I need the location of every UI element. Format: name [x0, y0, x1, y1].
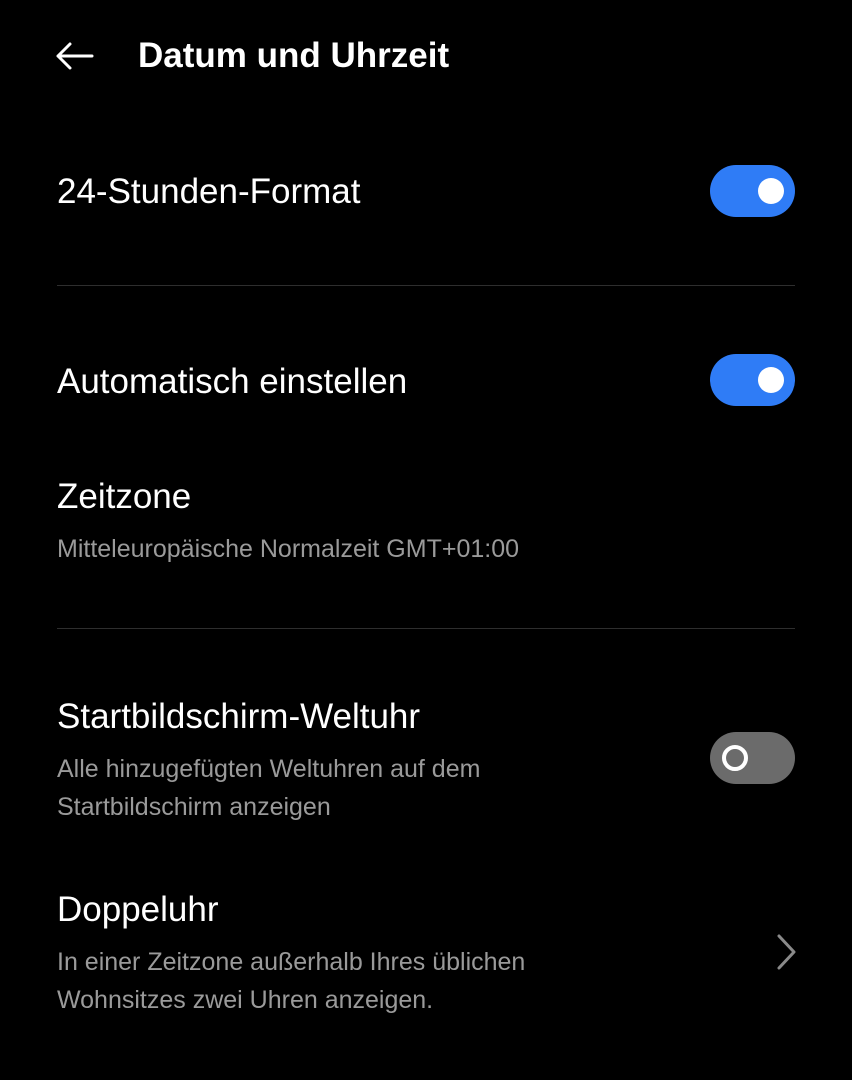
- app-header: Datum und Uhrzeit: [0, 0, 852, 112]
- toggle-knob: [758, 367, 784, 393]
- setting-dual-clock-description: In einer Zeitzone außerhalb Ihres üblich…: [57, 948, 526, 1014]
- setting-timezone-value: Mitteleuropäische Normalzeit GMT+01:00: [57, 535, 519, 563]
- section-divider: [57, 628, 795, 629]
- setting-timezone-label: Zeitzone: [57, 477, 192, 516]
- arrow-left-icon: [56, 42, 94, 70]
- setting-world-clock-description: Alle hinzugefügten Weltuhren auf dem Sta…: [57, 755, 481, 821]
- section-divider: [57, 285, 795, 286]
- setting-auto-set-label: Automatisch einstellen: [57, 362, 408, 401]
- page-title: Datum und Uhrzeit: [138, 36, 450, 75]
- setting-world-clock[interactable]: Startbildschirm-Weltuhr Alle hinzugefügt…: [0, 680, 852, 850]
- toggle-knob: [758, 178, 784, 204]
- toggle-auto-set[interactable]: [710, 354, 795, 406]
- back-button[interactable]: [44, 30, 104, 82]
- toggle-world-clock[interactable]: [710, 732, 795, 784]
- setting-auto-set[interactable]: Automatisch einstellen: [0, 330, 852, 430]
- setting-dual-clock-label: Doppeluhr: [57, 890, 219, 929]
- setting-24h-format[interactable]: 24-Stunden-Format: [0, 140, 852, 260]
- setting-world-clock-label: Startbildschirm-Weltuhr: [57, 697, 421, 736]
- setting-dual-clock[interactable]: Doppeluhr In einer Zeitzone außerhalb Ih…: [0, 872, 852, 1042]
- setting-24h-format-label: 24-Stunden-Format: [57, 172, 361, 211]
- setting-timezone[interactable]: Zeitzone Mitteleuropäische Normalzeit GM…: [0, 460, 852, 600]
- toggle-24h-format[interactable]: [710, 165, 795, 217]
- chevron-right-icon: [777, 934, 796, 970]
- toggle-knob: [722, 745, 748, 771]
